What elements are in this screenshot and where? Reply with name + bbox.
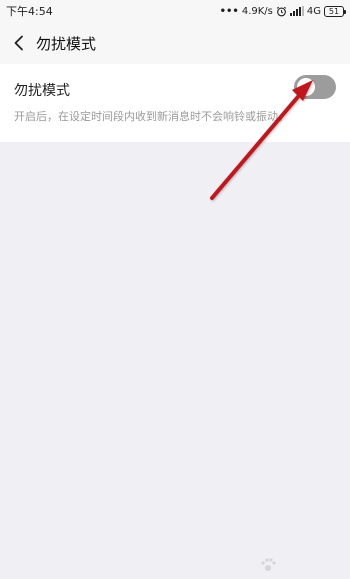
signal-icon xyxy=(289,6,304,16)
header-bar: 勿扰模式 xyxy=(0,22,350,64)
page-title: 勿扰模式 xyxy=(36,34,97,53)
dnd-row-description: 开启后，在设定时间段内收到新消息时不会响铃或振动。 xyxy=(14,110,289,123)
dnd-toggle-switch[interactable] xyxy=(294,75,336,99)
network-speed: 4.9K/s xyxy=(241,5,273,17)
paw-icon xyxy=(261,558,276,571)
toggle-knob xyxy=(297,78,315,96)
dnd-settings-row: 勿扰模式 开启后，在设定时间段内收到新消息时不会响铃或振动。 xyxy=(0,64,350,142)
status-icons: ••• 4.9K/s 4G 51 xyxy=(219,5,346,17)
dots-icon: ••• xyxy=(219,5,239,17)
network-type: 4G xyxy=(306,5,321,17)
watermark-logo xyxy=(258,556,338,576)
status-time: 下午4:54 xyxy=(6,5,53,18)
battery-icon: 51 xyxy=(324,5,346,17)
back-button[interactable] xyxy=(2,22,36,64)
alarm-icon xyxy=(276,6,287,16)
status-bar: 下午4:54 ••• 4.9K/s 4G 51 xyxy=(0,0,350,22)
dnd-row-title: 勿扰模式 xyxy=(14,83,70,99)
battery-level: 51 xyxy=(328,6,340,16)
chevron-left-icon xyxy=(14,35,23,51)
